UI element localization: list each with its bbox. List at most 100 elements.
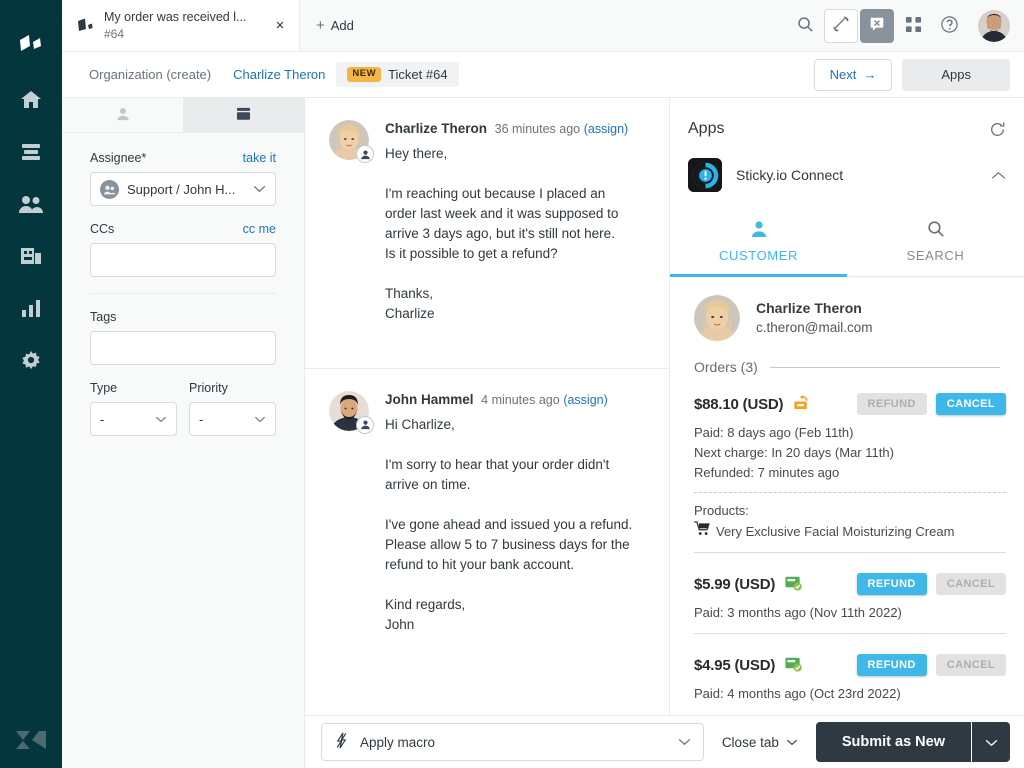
assignee-label: Assignee* <box>90 151 147 165</box>
apps-toggle-button[interactable]: Apps <box>902 58 1010 91</box>
close-icon[interactable]: × <box>271 18 289 33</box>
ticket-page-icon <box>76 18 94 33</box>
customer-summary: Charlize Theron c.theron@mail.com <box>670 277 1024 355</box>
add-tab-button[interactable]: + Add <box>300 0 370 51</box>
ticket-icon <box>236 107 251 124</box>
orders-header: Orders (3) <box>670 355 1024 379</box>
charlize-avatar <box>694 295 740 341</box>
call-console-button[interactable] <box>824 8 858 43</box>
ccs-input[interactable] <box>90 243 276 277</box>
type-label: Type <box>90 381 118 395</box>
assignee-field-head: Assignee* take it <box>90 151 276 165</box>
gear-icon <box>20 349 42 371</box>
breadcrumb-actions: Next → Apps <box>813 58 1010 91</box>
ccs-field-head: CCs cc me <box>90 222 276 236</box>
chevron-up-icon[interactable] <box>991 171 1006 180</box>
tab-labels: My order was received l... #64 <box>104 9 261 42</box>
conversation-message: Charlize Theron 36 minutes ago (assign) … <box>305 98 669 346</box>
order-next-charge-line: Next charge: In 20 days (Mar 11th) <box>694 445 894 460</box>
sidebar-item-home[interactable] <box>9 74 53 126</box>
message-timestamp: 36 minutes ago <box>494 122 581 136</box>
ticket-tab-64[interactable]: My order was received l... #64 × <box>62 0 300 51</box>
help-button[interactable] <box>932 9 966 43</box>
tab-subtitle: #64 <box>104 26 125 41</box>
submit-options-button[interactable] <box>972 722 1010 762</box>
cancel-button[interactable]: CANCEL <box>935 393 1006 415</box>
chevron-down-icon <box>254 416 266 423</box>
sidebar-item-reporting[interactable] <box>9 282 53 334</box>
sidebar-item-zendesk-logo[interactable] <box>9 18 53 70</box>
order-paid-line: Paid: 3 months ago (Nov 11th 2022) <box>694 605 902 620</box>
next-button[interactable]: Next → <box>813 58 893 91</box>
phone-icon <box>832 15 850 36</box>
type-value: - <box>100 411 105 427</box>
message-header: Charlize Theron 36 minutes ago (assign) <box>385 120 645 138</box>
order-refunded-line: Refunded: 7 minutes ago <box>694 465 840 480</box>
chevron-down-icon <box>155 416 167 423</box>
breadcrumb-item-requester[interactable]: Charlize Theron <box>222 62 336 87</box>
conversation-pane: Charlize Theron 36 minutes ago (assign) … <box>305 98 670 768</box>
breadcrumb-item-organization[interactable]: Organization (create) <box>78 62 222 87</box>
conversation-scroll[interactable]: Charlize Theron 36 minutes ago (assign) … <box>305 98 669 768</box>
tab-ticket-properties[interactable] <box>183 98 304 132</box>
tab-customer-label: CUSTOMER <box>719 248 798 263</box>
apps-pane: Apps Sticky.io Connect CUSTOMER SEARCH C… <box>670 98 1024 768</box>
refresh-icon[interactable] <box>989 121 1006 138</box>
orders-label: Orders (3) <box>694 359 758 375</box>
product-item: Very Exclusive Facial Moisturizing Cream <box>694 521 1006 542</box>
order-header: $88.10 (USD) REFUND CANCEL <box>694 393 1006 415</box>
app-sticky-io[interactable]: Sticky.io Connect <box>670 154 1024 206</box>
tab-search[interactable]: SEARCH <box>847 206 1024 277</box>
products-grid-button[interactable] <box>896 9 930 43</box>
chevron-down-icon <box>253 185 266 193</box>
priority-field-head: Priority <box>189 381 276 395</box>
user-avatar[interactable] <box>978 9 1010 42</box>
assignee-select[interactable]: Support / John H... <box>90 172 276 206</box>
order-actions: REFUND CANCEL <box>856 654 1006 676</box>
sidebar-item-customers[interactable] <box>9 178 53 230</box>
close-tab-label: Close tab <box>721 734 779 750</box>
priority-select[interactable]: - <box>189 402 276 436</box>
submit-button[interactable]: Submit as New <box>815 722 971 762</box>
order-amount: $4.95 (USD) <box>694 656 776 674</box>
apply-macro-select[interactable]: Apply macro <box>321 723 704 761</box>
tags-input[interactable] <box>90 331 276 365</box>
order-header: $4.95 (USD) REFUND CANCEL <box>694 654 1006 676</box>
tab-title: My order was received l... <box>104 10 247 25</box>
type-select[interactable]: - <box>90 402 177 436</box>
cart-icon <box>694 521 710 542</box>
sidebar-item-views[interactable] <box>9 126 53 178</box>
breadcrumb-ticket-label: Ticket #64 <box>388 67 448 82</box>
tags-field: Tags <box>90 310 276 365</box>
take-it-link[interactable]: take it <box>243 151 276 165</box>
tab-customer[interactable]: CUSTOMER <box>670 206 847 277</box>
assign-link[interactable]: (assign) <box>563 393 607 407</box>
order-paid-line: Paid: 8 days ago (Feb 11th) <box>694 425 854 440</box>
organizations-icon <box>19 245 43 267</box>
apply-macro-label: Apply macro <box>360 734 436 750</box>
submit-button-group: Submit as New <box>815 722 1010 762</box>
cc-me-link[interactable]: cc me <box>243 222 276 236</box>
plus-icon: + <box>316 17 325 34</box>
refund-button[interactable]: REFUND <box>856 654 927 676</box>
search-button[interactable] <box>788 9 822 43</box>
apps-header: Apps <box>670 98 1024 154</box>
ccs-label: CCs <box>90 222 115 236</box>
assignee-field: Assignee* take it Support / John H... <box>90 151 276 206</box>
refund-button: REFUND <box>856 393 927 415</box>
sidebar-footer-logo[interactable] <box>0 729 62 754</box>
message-author: John Hammel <box>385 391 474 407</box>
customer-email: c.theron@mail.com <box>756 320 873 336</box>
tab-search-label: SEARCH <box>906 248 965 263</box>
sidebar-item-admin[interactable] <box>9 334 53 386</box>
priority-label: Priority <box>189 381 228 395</box>
sidebar-item-organizations[interactable] <box>9 230 53 282</box>
tab-user-properties[interactable] <box>62 98 183 132</box>
chat-status-button[interactable] <box>860 8 894 43</box>
divider <box>694 633 1006 634</box>
home-icon <box>19 88 43 112</box>
breadcrumb-item-ticket[interactable]: NEW Ticket #64 <box>336 62 459 87</box>
assign-link[interactable]: (assign) <box>584 122 628 136</box>
refund-button[interactable]: REFUND <box>856 573 927 595</box>
close-tab-button[interactable]: Close tab <box>714 735 806 750</box>
